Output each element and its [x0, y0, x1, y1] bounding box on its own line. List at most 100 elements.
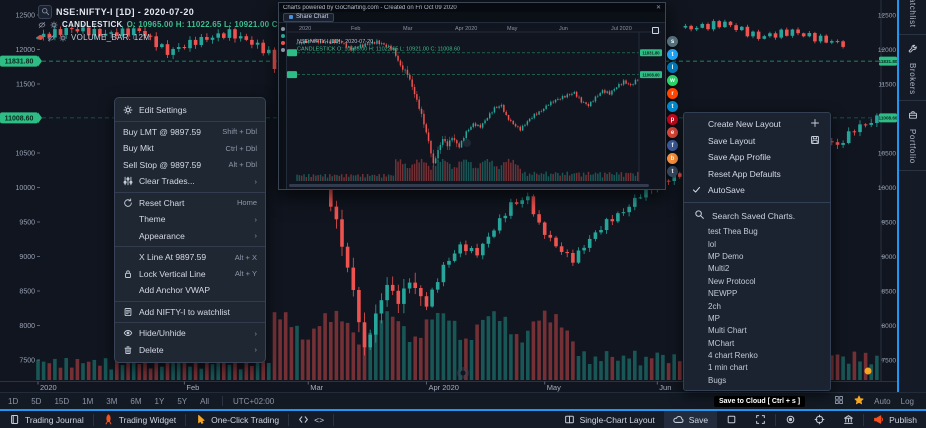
saved-chart-item[interactable]: New Protocol: [684, 275, 830, 287]
menu-item-reset-app-defaults[interactable]: Reset App Defaults: [684, 166, 830, 183]
saved-chart-item[interactable]: MChart: [684, 337, 830, 349]
menu-item-sell-stop-9897-59[interactable]: Sell Stop @ 9897.59Alt + Dbl: [115, 157, 265, 174]
timezone-label[interactable]: UTC+02:00: [233, 397, 274, 406]
menu-item-add-anchor-vwap[interactable]: Add Anchor VWAP: [115, 282, 265, 299]
share-share-button[interactable]: s: [667, 36, 678, 47]
tool-dot-icon: [281, 41, 285, 45]
share-pinterest-button[interactable]: p: [667, 114, 678, 125]
divider: [684, 202, 830, 203]
sliders-icon: [123, 176, 133, 186]
close-icon[interactable]: ✕: [656, 4, 661, 11]
one-click-trading-button[interactable]: One-Click Trading: [186, 411, 288, 428]
svg-text:2020: 2020: [40, 383, 57, 392]
menu-item-edit-settings[interactable]: Edit Settings: [115, 102, 265, 119]
range-button-5d[interactable]: 5D: [31, 397, 41, 406]
menu-item-add-nifty-i-to-watchlist[interactable]: Add NIFTY-I to watchlist: [115, 304, 265, 321]
star-icon[interactable]: [854, 392, 864, 410]
menu-item-hide-unhide[interactable]: Hide/Unhide›: [115, 325, 265, 342]
range-button-5y[interactable]: 5Y: [177, 397, 187, 406]
saved-chart-item[interactable]: Bugs: [684, 374, 830, 386]
code-button[interactable]: <>: [289, 411, 333, 428]
range-button-1d[interactable]: 1D: [8, 397, 18, 406]
eye-off-icon[interactable]: [47, 34, 55, 42]
tool-dot-icon: [281, 27, 285, 31]
popup-mini-chart[interactable]: 2020FebMarApr 2020MayJunJul 2020NSE:NIFT…: [287, 23, 665, 186]
saved-chart-item[interactable]: NEWPP: [684, 287, 830, 299]
magnifier-icon: [41, 7, 50, 16]
svg-text:Feb: Feb: [351, 26, 360, 32]
saved-chart-item[interactable]: Multi Chart: [684, 325, 830, 337]
sidebar-tab-brokers[interactable]: Brokers: [899, 35, 926, 102]
menu-item-buy-mkt[interactable]: Buy MktCtrl + Dbl: [115, 140, 265, 157]
log-scale-toggle[interactable]: Log: [901, 397, 914, 406]
share-linkedin-button[interactable]: l: [667, 62, 678, 73]
saved-chart-item[interactable]: 4 chart Renko: [684, 349, 830, 361]
share-facebook-button[interactable]: f: [667, 140, 678, 151]
target-button[interactable]: [805, 411, 834, 428]
svg-text:8000: 8000: [19, 323, 35, 330]
single-chart-layout-button[interactable]: Single-Chart Layout: [555, 411, 664, 428]
menu-item-autosave[interactable]: AutoSave: [684, 182, 830, 199]
saved-chart-item[interactable]: lol: [684, 238, 830, 250]
range-button-1m[interactable]: 1M: [82, 397, 93, 406]
saved-chart-item[interactable]: 1 min chart: [684, 362, 830, 374]
menu-item-buy-lmt-9897-59[interactable]: Buy LMT @ 9897.59Shift + Dbl: [115, 124, 265, 141]
svg-text:7500: 7500: [19, 358, 35, 365]
gear-icon[interactable]: [50, 21, 58, 29]
magnifier-icon[interactable]: [38, 5, 52, 19]
menu-item-save-layout[interactable]: Save Layout: [684, 133, 830, 150]
expand-button[interactable]: [746, 411, 775, 428]
saved-chart-item[interactable]: MP Demo: [684, 250, 830, 262]
popup-scrollbar[interactable]: [289, 184, 649, 187]
code-icon: [298, 414, 309, 425]
saved-chart-item[interactable]: test Thea Bug: [684, 226, 830, 238]
share-tumblr-button[interactable]: t: [667, 166, 678, 177]
saved-chart-item[interactable]: MP: [684, 312, 830, 324]
publish-button[interactable]: Publish: [864, 411, 926, 428]
range-button-3m[interactable]: 3M: [106, 397, 117, 406]
menu-item-theme[interactable]: Theme›: [115, 211, 265, 228]
menu-item-create-new-layout[interactable]: Create New Layout: [684, 116, 830, 133]
wrench-icon: [908, 44, 918, 54]
svg-text:9500: 9500: [882, 219, 897, 226]
saved-chart-item[interactable]: 2ch: [684, 300, 830, 312]
menu-item-lock-vertical-line[interactable]: Lock Vertical LineAlt + Y: [115, 266, 265, 283]
share-blogger-button[interactable]: b: [667, 153, 678, 164]
trading-journal-button[interactable]: Trading Journal: [0, 411, 93, 428]
tab-share-chart[interactable]: Share Chart: [283, 13, 334, 22]
share-whatsapp-button[interactable]: w: [667, 75, 678, 86]
menu-item-reset-chart[interactable]: Reset ChartHome: [115, 195, 265, 212]
sidebar-tab-portfolio[interactable]: Portfolio: [899, 101, 926, 171]
bank-button[interactable]: [834, 411, 863, 428]
copy-icon[interactable]: [652, 27, 659, 34]
sidebar-tab-watchlist[interactable]: Watchlist: [899, 0, 926, 35]
svg-text:Jul 2020: Jul 2020: [611, 26, 632, 32]
gear-icon[interactable]: [59, 34, 67, 42]
menu-item-x-line-at-9897-59[interactable]: X Line At 9897.59Alt + X: [115, 249, 265, 266]
menu-item-delete[interactable]: Delete›: [115, 342, 265, 359]
range-button-15d[interactable]: 15D: [54, 397, 69, 406]
trading-widget-button[interactable]: Trading Widget: [94, 411, 185, 428]
svg-text:Mar: Mar: [403, 26, 413, 32]
menu-item-appearance[interactable]: Appearance›: [115, 228, 265, 245]
share-twitter-button[interactable]: t: [667, 49, 678, 60]
square-button[interactable]: [717, 411, 746, 428]
grid-icon[interactable]: [834, 392, 844, 410]
popup-drawing-toolbar[interactable]: [279, 23, 287, 189]
range-button-all[interactable]: All: [200, 397, 209, 406]
eye-off-icon[interactable]: [38, 21, 46, 29]
menu-item-save-app-profile[interactable]: Save App Profile: [684, 149, 830, 166]
share-reddit-button[interactable]: r: [667, 88, 678, 99]
share-telegram-button[interactable]: t: [667, 101, 678, 112]
saved-chart-item[interactable]: Multi2: [684, 263, 830, 275]
range-button-1y[interactable]: 1Y: [155, 397, 165, 406]
chart-legend: NSE:NIFTY-I [1D] - 2020-07-20 CANDLESTIC…: [38, 5, 318, 44]
auto-scale-toggle[interactable]: Auto: [874, 397, 890, 406]
range-button-6m[interactable]: 6M: [130, 397, 141, 406]
save-button[interactable]: Save: [664, 411, 717, 428]
search-saved-charts-input[interactable]: Search Saved Charts.: [684, 206, 830, 226]
share-email-button[interactable]: e: [667, 127, 678, 138]
camera-button[interactable]: [776, 411, 805, 428]
menu-item-clear-trades[interactable]: Clear Trades...›: [115, 173, 265, 190]
eyeoff-icon: [38, 21, 46, 29]
